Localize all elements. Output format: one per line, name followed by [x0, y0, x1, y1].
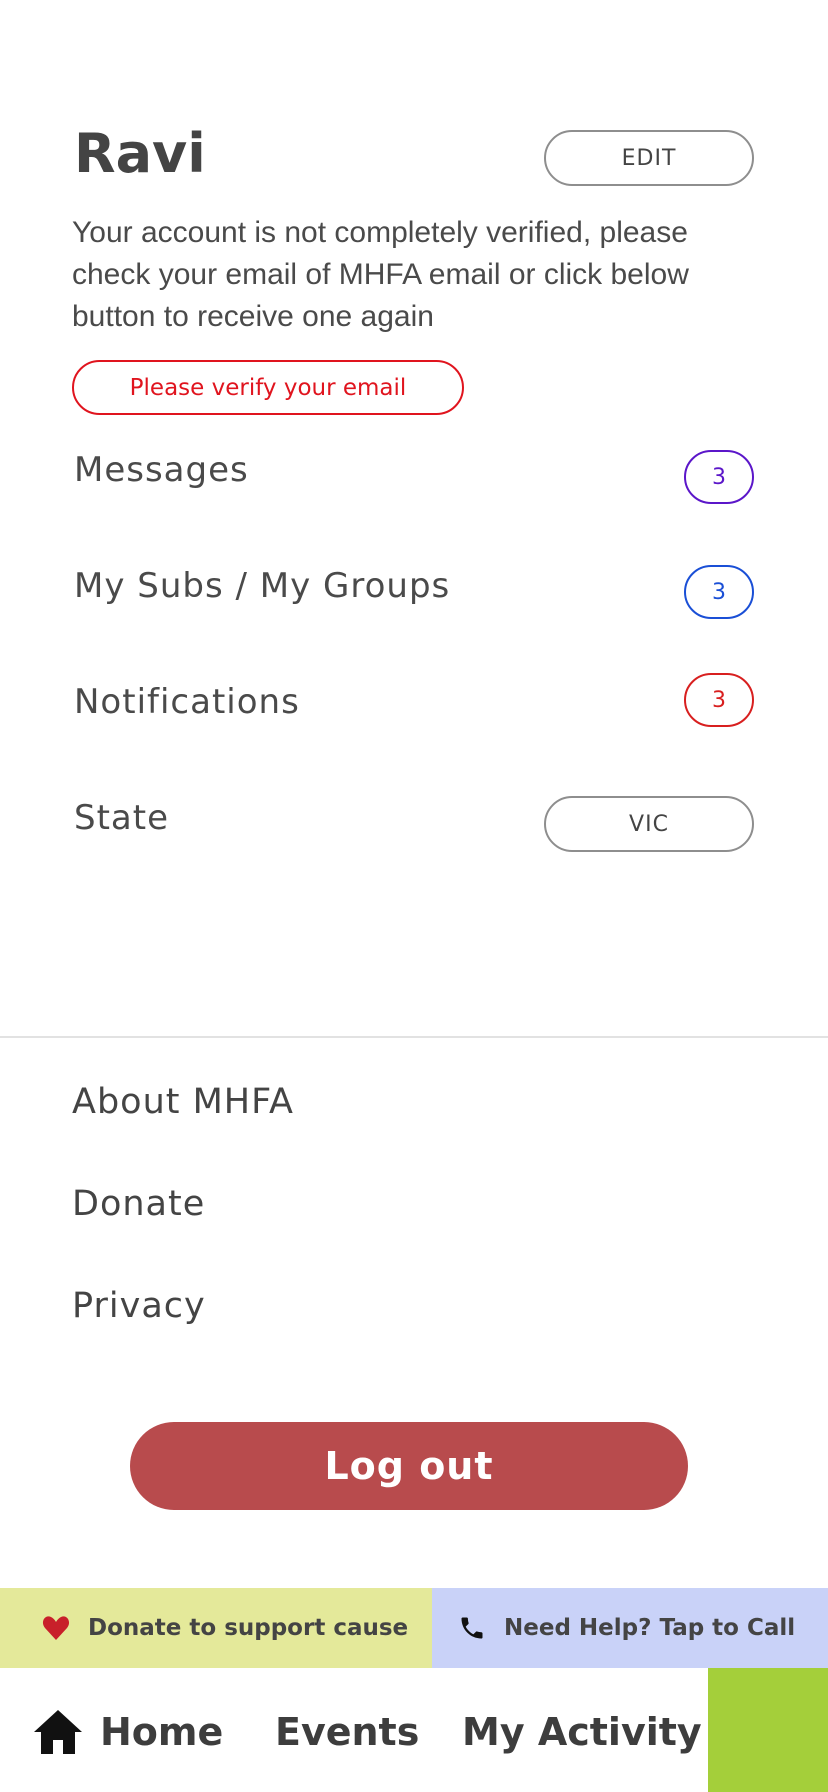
donate-banner[interactable]: Donate to support cause [0, 1588, 432, 1668]
subs-count-badge[interactable]: 3 [684, 565, 754, 619]
nav-events[interactable]: Events [275, 1702, 419, 1762]
verify-email-button[interactable]: Please verify your email [72, 360, 464, 415]
logout-button[interactable]: Log out [130, 1422, 688, 1510]
nav-events-label: Events [275, 1710, 420, 1754]
notifications-row-label[interactable]: Notifications [74, 682, 300, 722]
verification-notice: Your account is not completely verified,… [72, 216, 689, 333]
state-select-button[interactable]: VIC [544, 796, 754, 852]
privacy-link[interactable]: Privacy [72, 1286, 206, 1326]
help-banner-label: Need Help? Tap to Call [504, 1615, 796, 1641]
heart-icon [42, 1615, 70, 1641]
nav-activity-label: My Activity [462, 1710, 702, 1754]
donate-link[interactable]: Donate [72, 1184, 205, 1224]
nav-home-label: Home [100, 1710, 224, 1754]
nav-home[interactable]: Home [32, 1702, 223, 1762]
state-row-label: State [74, 798, 169, 838]
profile-name: Ravi [74, 122, 206, 185]
nav-more-tab[interactable] [708, 1668, 828, 1792]
subs-groups-row-label[interactable]: My Subs / My Groups [74, 566, 450, 606]
help-call-banner[interactable]: Need Help? Tap to Call [432, 1588, 828, 1668]
bottom-navigation: Home Events My Activity [0, 1668, 828, 1792]
phone-icon [458, 1614, 486, 1642]
edit-button[interactable]: EDIT [544, 130, 754, 186]
nav-my-activity[interactable]: My Activity [462, 1702, 702, 1762]
donate-banner-label: Donate to support cause [88, 1615, 409, 1641]
notifications-count-badge[interactable]: 3 [684, 673, 754, 727]
home-icon [32, 1708, 84, 1756]
messages-row-label[interactable]: Messages [74, 450, 249, 490]
messages-count-badge[interactable]: 3 [684, 450, 754, 504]
section-divider [0, 1036, 828, 1038]
about-link[interactable]: About MHFA [72, 1082, 294, 1122]
